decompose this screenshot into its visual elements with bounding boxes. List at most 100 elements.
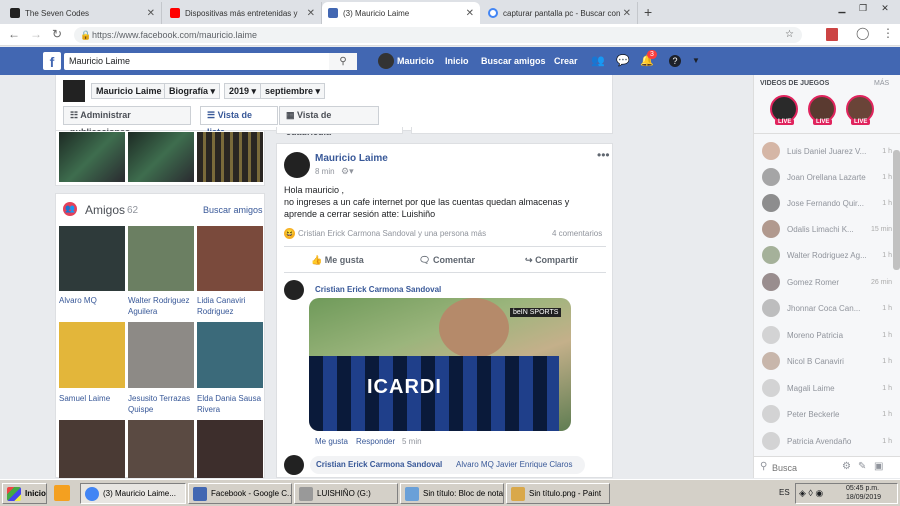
taskbar-item-notepad[interactable]: Sin título: Bloc de notas [400,483,504,504]
avatar[interactable] [284,280,304,300]
browser-tab-seven-codes[interactable]: The Seven Codes ✕ [4,2,162,24]
nav-find-friends[interactable]: Buscar amigos [481,56,546,66]
friend-name[interactable]: Elda Dania Sausa Rivera [197,393,263,415]
close-icon[interactable]: ✕ [623,8,631,19]
chat-contact[interactable]: Luis Daniel Juarez V... 1 h [762,141,892,161]
friend-name[interactable]: Jesusito Terrazas Quispe [128,393,194,415]
chat-search-input[interactable] [772,460,842,475]
friend-name[interactable]: Samuel Laime [59,393,125,404]
taskbar-item-chrome[interactable]: (3) Mauricio Laime... [80,483,186,504]
language-indicator[interactable]: ES [779,488,790,497]
tray-icons[interactable]: ◈ ◊ ◉ [799,488,823,499]
post-time[interactable]: 8 min [315,167,335,176]
haha-reaction-icon[interactable]: 😆 [284,228,295,239]
photo-thumbnail[interactable] [128,132,194,182]
nav-home[interactable]: Inicio [445,56,469,66]
browser-tab-youtube[interactable]: Dispositivas más entretenidas y ✕ [164,2,322,24]
friend-photo[interactable] [59,226,125,291]
new-group-icon[interactable]: ✎ [858,461,866,472]
profile-thumbnail[interactable] [63,80,85,102]
taskbar-item-paint[interactable]: Sin título.png - Paint [506,483,610,504]
friend-photo[interactable] [128,322,194,388]
comment-gif[interactable]: ICARDI beIN SPORTS [309,298,571,431]
chat-contact[interactable]: Nicol B Canaviri 1 h [762,351,892,371]
search-input[interactable]: Mauricio Laime ⚲ [64,53,357,70]
reactions-summary[interactable]: Cristian Erick Carmona Sandoval y una pe… [298,229,486,238]
video-call-icon[interactable]: ▣ [874,461,883,472]
browser-tab-facebook[interactable]: (3) Mauricio Laime ✕ [322,2,480,24]
forward-icon[interactable]: → [30,27,42,41]
bookmark-star-icon[interactable]: ☆ [785,27,794,43]
find-friends-link[interactable]: Buscar amigos [203,205,263,215]
restore-icon[interactable]: ❐ [853,0,873,16]
chat-contact[interactable]: Moreno Patricia 1 h [762,325,892,345]
scrollbar-thumb[interactable] [893,150,900,270]
comment-tags[interactable]: Alvaro MQ Javier Enrique Claros [456,460,572,469]
close-icon[interactable]: ✕ [147,8,155,19]
friend-photo[interactable] [197,322,263,388]
gear-icon[interactable]: ⚙ [842,461,851,472]
facebook-logo[interactable]: f [43,52,61,70]
search-icon[interactable]: ⚲ [329,53,357,70]
help-icon[interactable]: ? [669,55,681,67]
start-button[interactable]: Inicio [2,483,47,504]
close-icon[interactable]: ✕ [466,8,474,19]
chat-contact[interactable]: Jhonnar Coca Can... 1 h [762,298,892,318]
chat-contact[interactable]: Patricia Avendaño 1 h [762,431,892,451]
avatar[interactable] [284,152,310,178]
comment-like-link[interactable]: Me gusta [315,437,348,446]
avatar[interactable] [284,455,304,475]
close-icon[interactable]: ✕ [307,8,315,19]
friend-photo[interactable] [197,226,263,291]
post-options-icon[interactable]: ••• [597,148,610,162]
friend-name[interactable]: Walter Rodriguez Aguilera [128,295,194,317]
extension-icon[interactable] [826,28,838,41]
close-window-icon[interactable]: ✕ [875,0,895,16]
friend-photo[interactable] [59,420,125,478]
audience-icon[interactable]: ⚙▾ [341,166,354,177]
friend-requests-icon[interactable]: 👥 [591,55,605,67]
month-dropdown[interactable]: septiembre ▾ [260,83,326,99]
browser-tab-google[interactable]: capturar pantalla pc - Buscar con Go ✕ [482,2,638,24]
more-link[interactable]: MÁS [874,80,889,87]
photo-thumbnail[interactable] [59,132,125,182]
friend-photo[interactable] [128,226,194,291]
chat-contact[interactable]: Peter Beckerle 1 h [762,404,892,424]
chat-contact[interactable]: Odalis Limachi K... 15 min [762,219,892,239]
reload-icon[interactable]: ↻ [52,27,62,41]
comment-reply-link[interactable]: Responder [356,437,395,446]
manage-posts-button[interactable]: ☷ Administrar publicaciones [63,106,191,137]
friend-photo[interactable] [128,420,194,478]
like-button[interactable]: 👍 Me gusta [311,255,364,266]
back-icon[interactable]: ← [8,27,20,41]
nav-create[interactable]: Crear [554,56,578,66]
chat-contact[interactable]: Gomez Romer 26 min [762,272,892,292]
share-button[interactable]: ↪ Compartir [525,255,578,266]
minimize-icon[interactable]: ▁ [832,0,852,16]
post-author[interactable]: Mauricio Laime [315,153,388,164]
comments-count[interactable]: 4 comentarios [552,229,602,238]
chat-contact[interactable]: Joan Orellana Lazarte 1 h [762,167,892,187]
account-icon[interactable]: ◯ [856,26,869,40]
friend-name[interactable]: Lidia Canaviri Rodriguez [197,295,263,317]
address-bar[interactable]: 🔒 https://www.facebook.com/mauricio.laim… [74,27,802,43]
list-view-button[interactable]: ☰ Vista de lista [200,106,278,137]
taskbar-item-facebook[interactable]: Facebook - Google C... [188,483,292,504]
chat-contact[interactable]: Jose Fernando Quir... 1 h [762,193,892,213]
profile-link[interactable]: Mauricio [397,56,434,66]
grid-view-button[interactable]: ▦ Vista de cuadrícula [279,106,379,137]
messenger-icon[interactable]: 💬 [616,55,630,67]
photo-thumbnail[interactable] [197,132,263,182]
comment-author[interactable]: Cristian Erick Carmona Sandoval [315,285,441,294]
taskbar-item-drive[interactable]: LUISHIÑO (G:) [294,483,398,504]
friends-title[interactable]: Amigos [85,203,125,217]
profile-name-dropdown[interactable]: Mauricio Laime ▾ [91,83,174,99]
friend-photo[interactable] [197,420,263,478]
media-player-icon[interactable] [54,485,70,501]
friend-name[interactable]: Alvaro MQ [59,295,125,306]
comment-button[interactable]: 🗨 Comentar [419,255,475,266]
comment-author[interactable]: Cristian Erick Carmona Sandoval [316,460,442,469]
menu-icon[interactable]: ⋮ [882,26,894,40]
friend-photo[interactable] [59,322,125,388]
section-dropdown[interactable]: Biografía ▾ [164,83,221,99]
